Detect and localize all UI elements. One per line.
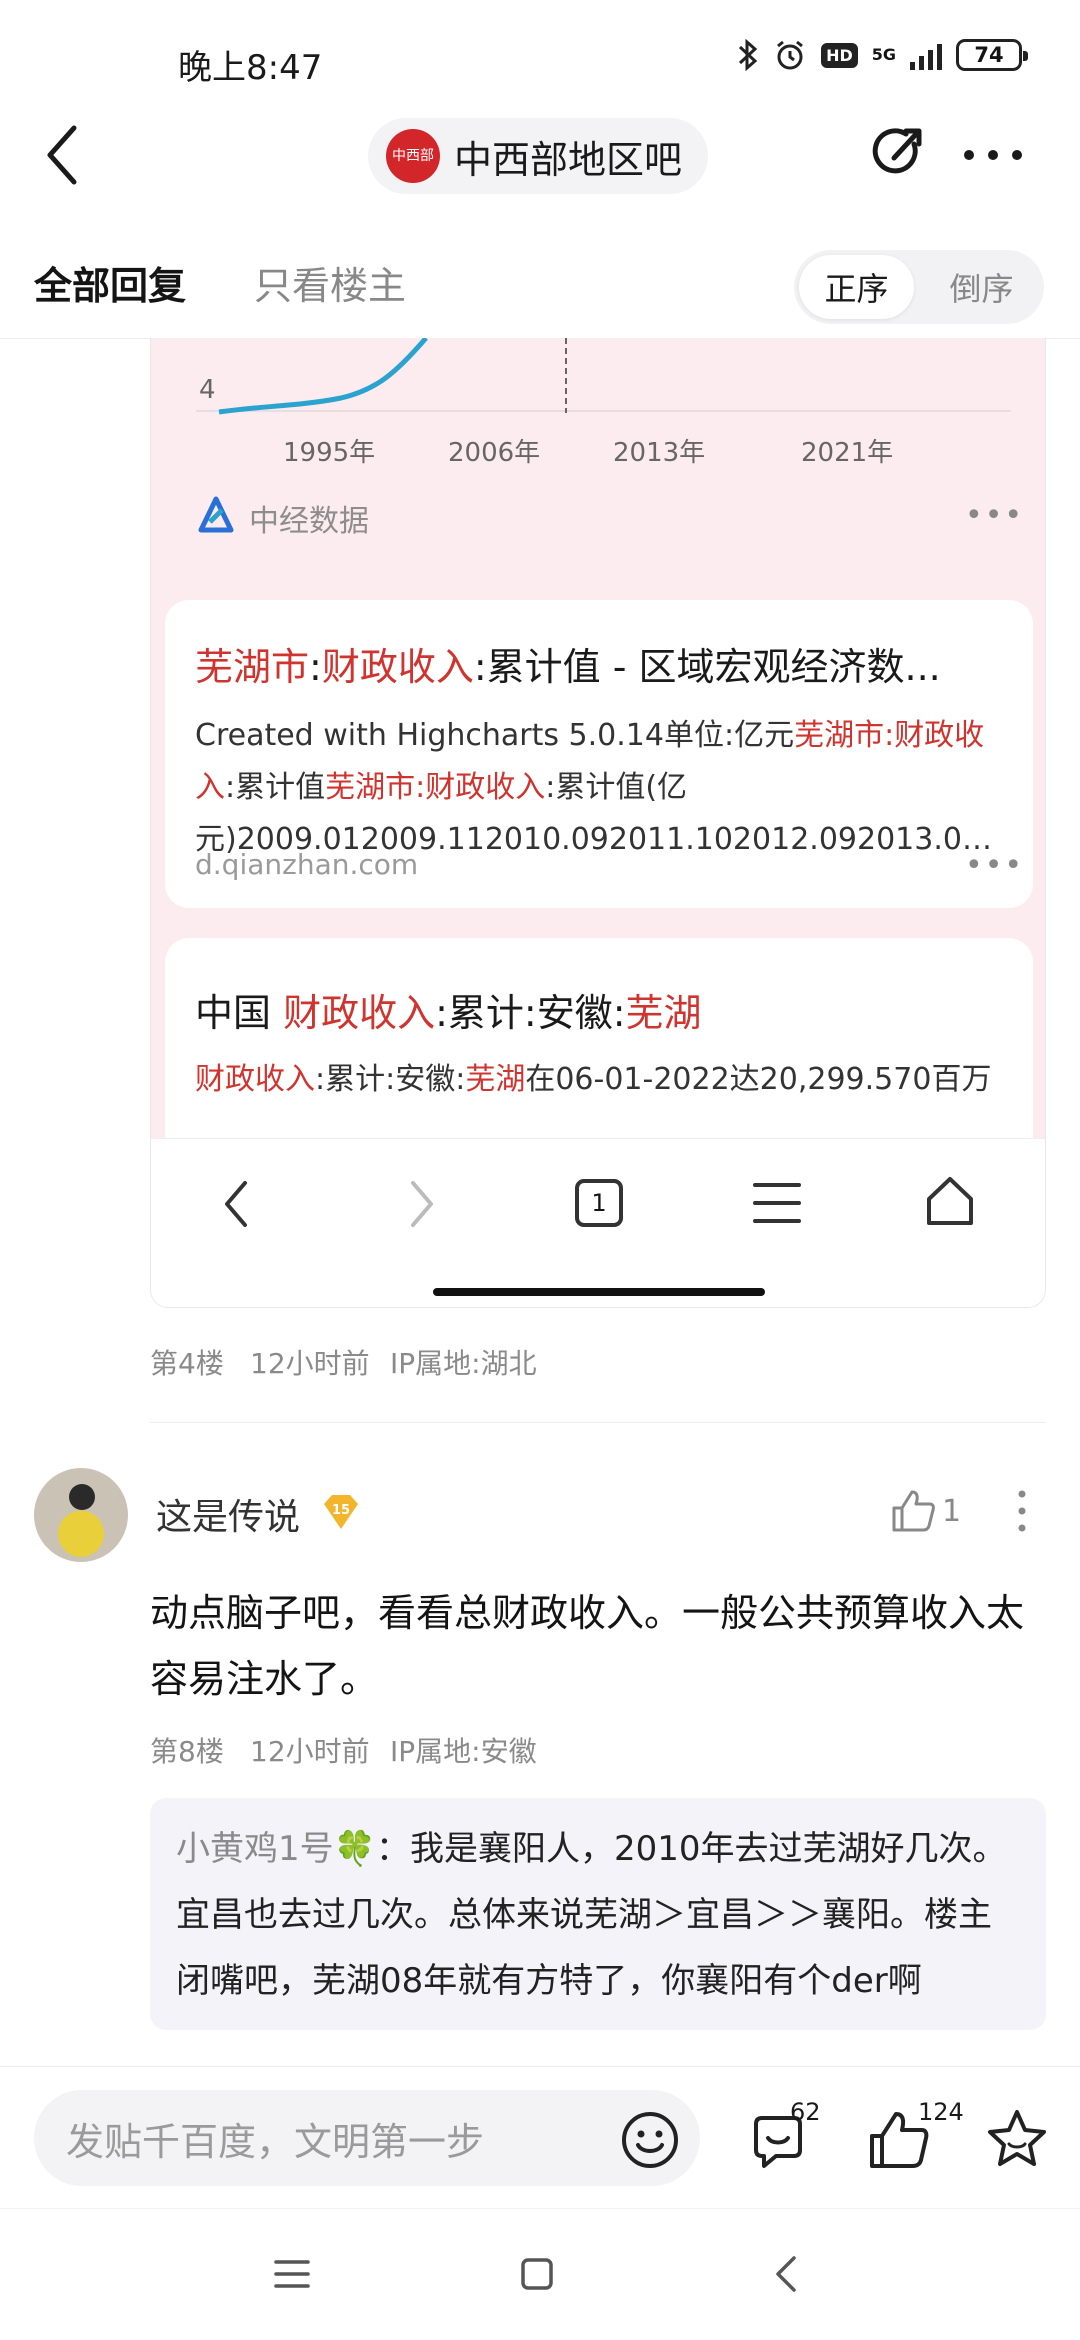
browser-forward-icon[interactable] (407, 1179, 437, 1229)
embedded-browser-toolbar: 1 (151, 1138, 1045, 1307)
search-result-card[interactable]: 中国 财政收入:累计:安徽:芜湖 财政收入:累计:安徽:芜湖在06-01-202… (165, 938, 1033, 1158)
desc-part: :累计值 (225, 770, 326, 805)
order-toggle: 正序 倒序 (794, 250, 1044, 324)
browser-home-icon[interactable] (925, 1175, 975, 1227)
desc-part: : (884, 718, 895, 753)
home-square-icon[interactable] (520, 2257, 554, 2291)
like-total: 124 (918, 2098, 964, 2126)
desc-part: 财政收 (894, 718, 985, 753)
order-asc-button[interactable]: 正序 (799, 255, 914, 319)
sub-reply-box[interactable]: 小黄鸡1号🍀：我是襄阳人，2010年去过芜湖好几次。宜昌也去过几次。总体来说芜湖… (150, 1798, 1046, 2030)
more-icon[interactable] (962, 148, 1024, 162)
bluetooth-icon (739, 38, 758, 72)
emoji-icon[interactable] (620, 2110, 680, 2170)
chart-x-tick: 1995年 (283, 438, 376, 468)
card-description: Created with Highcharts 5.0.14单位:亿元芜湖市:财… (195, 710, 1015, 866)
desc-part: 财政收入 (425, 770, 546, 805)
card-more-icon[interactable]: ••• (965, 848, 1024, 883)
like-icon[interactable] (890, 1488, 936, 1534)
sub-reply-colon: ： (375, 1829, 410, 1869)
title-part: 芜湖 (625, 991, 702, 1035)
title-part: 芜湖市 (195, 645, 310, 689)
title-part: 中国 (195, 991, 284, 1035)
share-icon[interactable] (868, 120, 928, 186)
forum-logo: 中西部 (386, 129, 440, 183)
embedded-screenshot[interactable]: 4 1995年 2006年 2013年 2021年 中经数据 ••• 芜湖市:财… (150, 338, 1046, 1308)
order-desc-button[interactable]: 倒序 (924, 255, 1039, 319)
status-time: 晚上8:47 (178, 48, 323, 88)
tab-count: 1 (591, 1189, 607, 1217)
reply-text: 动点脑子吧，看看总财政收入。一般公共预算收入太容易注水了。 (150, 1591, 1025, 1701)
avatar[interactable] (34, 1468, 128, 1562)
star-icon[interactable] (986, 2108, 1048, 2170)
desc-part: 芜湖 (465, 1062, 526, 1097)
post-divider (150, 1422, 1046, 1423)
search-result-card[interactable]: 芜湖市:财政收入:累计值 - 区域宏观经济数... Created with H… (165, 600, 1033, 908)
recents-menu-icon[interactable] (274, 2259, 310, 2289)
floor-number: 第4楼 (150, 1347, 224, 1380)
tab-only-op[interactable]: 只看楼主 (254, 255, 406, 310)
browser-menu-icon[interactable] (753, 1181, 801, 1225)
forum-name: 中西部地区吧 (454, 137, 683, 182)
floor-number: 第8楼 (150, 1735, 224, 1768)
tab-all-replies[interactable]: 全部回复 (34, 255, 186, 310)
post-time: 12小时前 (250, 1347, 370, 1380)
desc-part: Created with Highcharts 5.0.14单位:亿元 (195, 718, 795, 753)
battery-icon: 74 (956, 39, 1028, 71)
ip-location: IP属地:安徽 (390, 1735, 537, 1768)
browser-tabs-icon[interactable]: 1 (575, 1179, 623, 1227)
desc-part: 芜湖市 (794, 718, 885, 753)
status-icons: HD 5G 74 (737, 38, 1028, 72)
forum-logo-text: 中西部 (392, 148, 434, 164)
chart-y-tick: 4 (199, 375, 216, 405)
desc-part: :累计:安徽: (315, 1062, 466, 1097)
provider-name: 中经数据 (249, 504, 369, 539)
chart-x-tick: 2013年 (613, 438, 706, 468)
desc-part: :累计值(亿 (545, 770, 688, 805)
ip-location: IP属地:湖北 (390, 1347, 537, 1380)
like-count: 1 (942, 1494, 962, 1529)
title-part: : (309, 645, 322, 689)
embedded-home-indicator (433, 1288, 765, 1296)
network-label: 5G (871, 45, 896, 64)
title-part: 财政收入 (283, 991, 436, 1035)
title-part: 财政收入 (321, 645, 474, 689)
chart-x-tick: 2006年 (448, 438, 541, 468)
sub-reply-author[interactable]: 小黄鸡1号🍀 (176, 1829, 376, 1869)
card-title: 芜湖市:财政收入:累计值 - 区域宏观经济数... (195, 636, 1015, 691)
comment-count: 62 (790, 2098, 821, 2126)
battery-level: 74 (974, 43, 1004, 67)
desc-part: 入 (195, 770, 225, 805)
title-part: :累计值 - 区域宏观经济数... (473, 645, 941, 689)
level-badge-icon: 15 (324, 1495, 358, 1529)
username[interactable]: 这是传说 (156, 1488, 300, 1540)
system-navbar (0, 2208, 1080, 2340)
reply-more-icon[interactable] (1016, 1488, 1028, 1534)
level-text: 15 (332, 1503, 350, 1518)
post-time: 12小时前 (250, 1735, 370, 1768)
chart-x-tick: 2021年 (801, 438, 894, 468)
hd-icon: HD (821, 42, 858, 68)
card-source: d.qianzhan.com (195, 848, 419, 881)
provider-logo-icon (198, 496, 234, 533)
signal-icon (910, 40, 942, 70)
desc-part: : (415, 770, 426, 805)
alarm-icon (777, 40, 803, 70)
nav-back-icon[interactable] (774, 2255, 798, 2293)
card-description: 财政收入:累计:安徽:芜湖在06-01-2022达20,299.570百万 (195, 1054, 1015, 1106)
desc-part: 财政收入 (195, 1062, 315, 1097)
browser-back-icon[interactable] (221, 1179, 251, 1229)
desc-part: 芜湖市 (325, 770, 416, 805)
back-arrow-icon[interactable] (40, 120, 90, 190)
provider-more-icon[interactable]: ••• (965, 498, 1024, 533)
forum-pill[interactable]: 中西部 中西部地区吧 (368, 118, 708, 194)
reply-input[interactable]: 发贴千百度，文明第一步 (34, 2090, 700, 2186)
chart-series-line (218, 338, 428, 415)
card-title: 中国 财政收入:累计:安徽:芜湖 (195, 982, 1015, 1037)
reply-input-placeholder: 发贴千百度，文明第一步 (66, 2119, 485, 2164)
title-part: :累计:安徽: (435, 991, 626, 1035)
desc-part: 在06-01-2022达20,299.570百万 (525, 1062, 992, 1097)
